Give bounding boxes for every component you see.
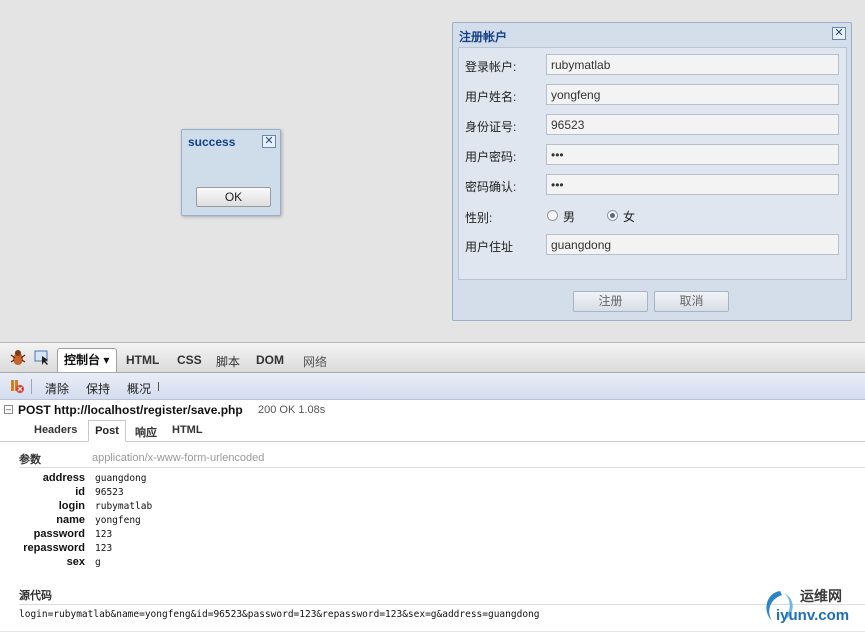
gender-row: 性别: 男 女 xyxy=(459,205,848,227)
tab-css[interactable]: CSS xyxy=(177,353,202,367)
submit-button[interactable]: 注册 xyxy=(573,291,648,312)
watermark-text-en: iyunv.com xyxy=(776,607,850,624)
register-dialog-title: 注册帐户 xyxy=(459,30,508,44)
console-toolbar: 清除 保持 概况 xyxy=(0,373,865,400)
inspect-icon[interactable] xyxy=(34,350,52,369)
collapse-icon[interactable]: – xyxy=(4,405,13,414)
tab-script[interactable]: 脚本 xyxy=(216,353,240,370)
success-dialog: success ✕ OK xyxy=(181,129,281,216)
tab-html[interactable]: HTML xyxy=(126,353,159,367)
repassword-input[interactable]: ••• xyxy=(546,174,839,195)
subtab-post[interactable]: Post xyxy=(88,420,126,442)
login-input[interactable]: rubymatlab xyxy=(546,54,839,75)
tab-console[interactable]: 控制台 ▾ xyxy=(57,348,117,372)
success-dialog-title: success xyxy=(188,135,236,149)
param-value: 123 xyxy=(95,529,113,540)
tab-dom[interactable]: DOM xyxy=(256,353,284,367)
persist-button[interactable]: 保持 xyxy=(86,380,110,397)
param-value: 123 xyxy=(95,543,113,554)
name-row: 用户姓名: yongfeng xyxy=(459,84,848,106)
tab-net[interactable]: 网络 xyxy=(303,353,327,370)
param-key: id xyxy=(75,486,85,498)
repassword-row: 密码确认: ••• xyxy=(459,174,848,196)
name-label: 用户姓名: xyxy=(465,90,517,104)
param-value: rubymatlab xyxy=(95,501,153,512)
source-heading: 源代码 xyxy=(19,590,52,602)
param-key: address xyxy=(42,472,85,484)
gender-female-label: 女 xyxy=(623,210,636,224)
password-input[interactable]: ••• xyxy=(546,144,839,165)
password-row: 用户密码: ••• xyxy=(459,144,848,166)
request-url[interactable]: POST http://localhost/register/save.php xyxy=(18,403,243,417)
gender-label: 性别: xyxy=(465,211,493,225)
tab-console-label: 控制台 xyxy=(64,353,101,367)
param-value: 96523 xyxy=(95,487,124,498)
watermark-logo: 运维网 iyunv.com xyxy=(762,585,862,629)
param-key: repassword xyxy=(23,542,85,554)
firebug-bug-icon[interactable] xyxy=(8,349,28,370)
address-input[interactable]: guangdong xyxy=(546,234,839,255)
close-icon[interactable]: ✕ xyxy=(262,135,276,148)
subtab-html[interactable]: HTML xyxy=(172,424,203,436)
subtab-headers[interactable]: Headers xyxy=(34,424,77,436)
watermark-text-cn: 运维网 xyxy=(800,588,842,604)
close-icon[interactable]: ✕ xyxy=(832,27,846,40)
params-heading: 参数 xyxy=(19,454,41,466)
param-key: sex xyxy=(66,556,85,568)
address-row: 用户住址 guangdong xyxy=(459,234,848,256)
page-background: success ✕ OK 注册帐户 ✕ 登录帐户: rubymatlab 用户姓… xyxy=(0,0,865,342)
address-label: 用户住址 xyxy=(465,240,514,254)
param-value: guangdong xyxy=(95,473,147,484)
cancel-button[interactable]: 取消 xyxy=(654,291,729,312)
id-input[interactable]: 96523 xyxy=(546,114,839,135)
gender-male-radio[interactable] xyxy=(547,210,558,221)
divider xyxy=(19,604,865,605)
divider xyxy=(19,467,865,468)
id-label: 身份证号: xyxy=(465,120,517,134)
register-form: 登录帐户: rubymatlab 用户姓名: yongfeng 身份证号: 96… xyxy=(458,47,847,280)
param-value: g xyxy=(95,557,101,568)
clear-button[interactable]: 清除 xyxy=(45,380,69,397)
break-on-error-icon[interactable] xyxy=(9,378,25,397)
id-row: 身份证号: 96523 xyxy=(459,114,848,136)
repassword-label: 密码确认: xyxy=(465,180,517,194)
firebug-panel: 控制台 ▾ HTML CSS 脚本 DOM 网络 清除 保持 概况 – POST… xyxy=(0,342,865,631)
request-entry[interactable]: – POST http://localhost/register/save.ph… xyxy=(0,401,865,421)
source-text: login=rubymatlab&name=yongfeng&id=96523&… xyxy=(19,609,540,620)
request-subtabs: Headers Post 响应 HTML xyxy=(0,420,865,442)
toolbar-separator xyxy=(31,379,32,394)
firebug-tab-bar: 控制台 ▾ HTML CSS 脚本 DOM 网络 xyxy=(0,342,865,373)
name-input[interactable]: yongfeng xyxy=(546,84,839,105)
gender-female-radio[interactable] xyxy=(607,210,618,221)
subtab-response[interactable]: 响应 xyxy=(135,424,157,440)
ok-button[interactable]: OK xyxy=(196,187,271,207)
register-dialog: 注册帐户 ✕ 登录帐户: rubymatlab 用户姓名: yongfeng 身… xyxy=(452,22,852,321)
param-key: login xyxy=(58,500,85,512)
params-content-type: application/x-www-form-urlencoded xyxy=(92,452,265,464)
gender-male-label: 男 xyxy=(563,210,576,224)
param-value: yongfeng xyxy=(95,515,141,526)
login-row: 登录帐户: rubymatlab xyxy=(459,54,848,76)
toolbar-separator xyxy=(158,382,159,391)
param-key: password xyxy=(33,528,85,540)
login-label: 登录帐户: xyxy=(465,60,517,74)
request-status: 200 OK 1.08s xyxy=(258,404,326,416)
profile-button[interactable]: 概况 xyxy=(127,380,151,397)
password-label: 用户密码: xyxy=(465,150,517,164)
param-key: name xyxy=(56,514,85,526)
